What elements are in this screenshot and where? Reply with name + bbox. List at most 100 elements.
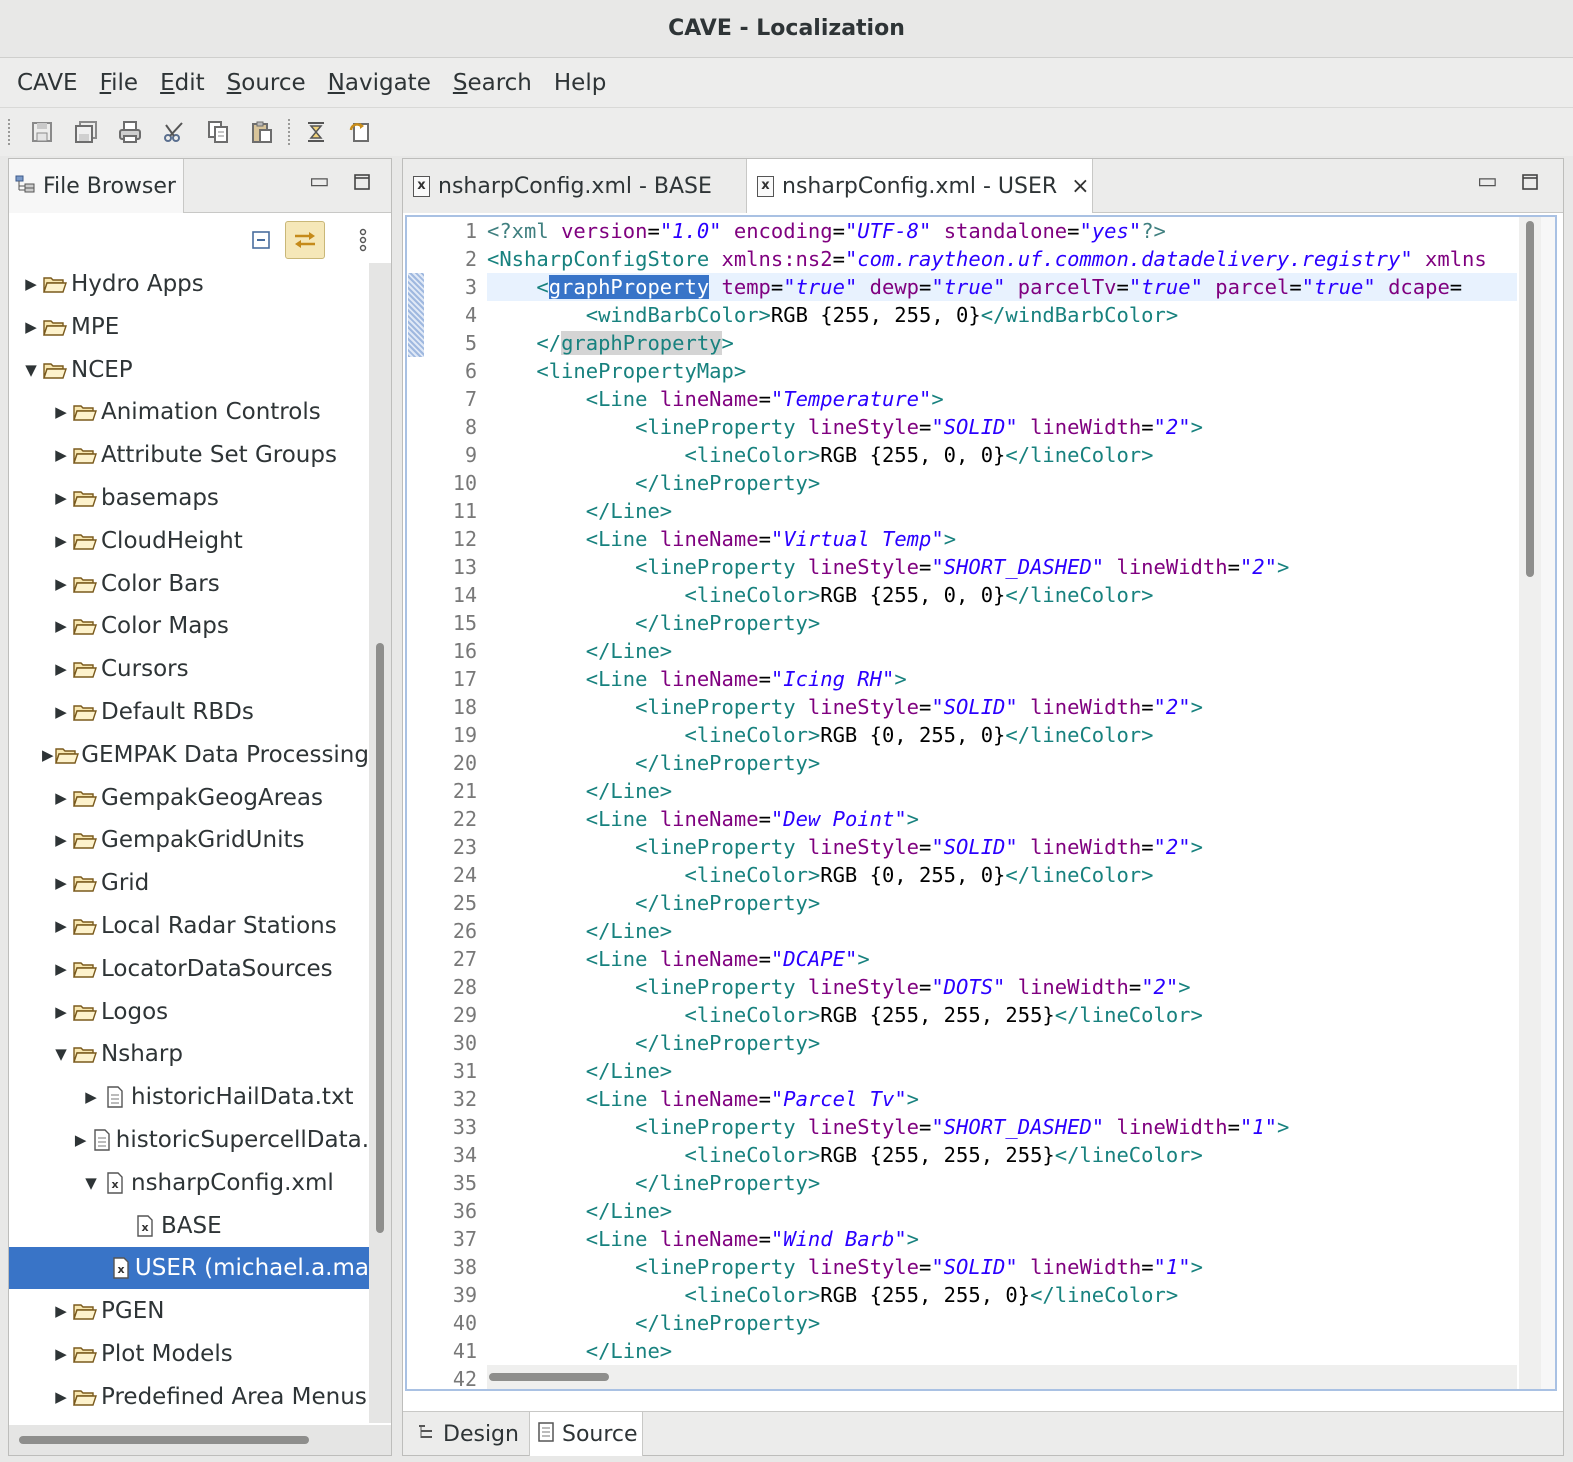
code-line[interactable]: <lineColor>RGB {255, 0, 0}</lineColor> bbox=[487, 441, 1153, 469]
code-line[interactable]: </lineProperty> bbox=[487, 469, 820, 497]
collapsed-arrow-icon[interactable]: ▶ bbox=[51, 532, 71, 550]
tree-item[interactable]: ▶ Hydro Apps bbox=[9, 263, 369, 305]
save-all-icon[interactable] bbox=[70, 116, 102, 148]
paste-icon[interactable] bbox=[246, 116, 278, 148]
tree-item[interactable]: ▶ Color Bars bbox=[9, 563, 369, 605]
code-line[interactable]: <lineColor>RGB {255, 255, 255}</lineColo… bbox=[487, 1141, 1202, 1169]
tree-item[interactable]: ▶ Predefined Area Menus bbox=[9, 1376, 369, 1418]
tab-nsharpconfig-base[interactable]: x nsharpConfig.xml - BASE bbox=[403, 159, 747, 213]
menu-item[interactable]: CAVE bbox=[6, 70, 89, 96]
code-line[interactable]: <lineProperty lineStyle="SOLID" lineWidt… bbox=[487, 693, 1203, 721]
minimize-icon[interactable]: ▭ bbox=[309, 169, 330, 194]
collapsed-arrow-icon[interactable]: ▶ bbox=[21, 318, 41, 336]
tree-item[interactable]: ▶ Grid bbox=[9, 862, 369, 904]
tree-item[interactable]: ▶ historicHailData.txt bbox=[9, 1076, 369, 1118]
collapsed-arrow-icon[interactable]: ▶ bbox=[51, 1003, 71, 1021]
code-line[interactable]: <Line lineName="Temperature"> bbox=[487, 385, 944, 413]
code-line[interactable]: </lineProperty> bbox=[487, 1029, 820, 1057]
collapsed-arrow-icon[interactable]: ▶ bbox=[51, 917, 71, 935]
code-line[interactable]: </lineProperty> bbox=[487, 1169, 820, 1197]
code-line[interactable]: </Line> bbox=[487, 777, 672, 805]
scrollbar-thumb[interactable] bbox=[376, 643, 384, 1233]
refresh-icon[interactable] bbox=[344, 116, 376, 148]
maximize-icon[interactable] bbox=[353, 169, 371, 197]
cut-icon[interactable] bbox=[158, 116, 190, 148]
code-line[interactable]: <lineColor>RGB {255, 255, 0}</lineColor> bbox=[487, 1281, 1178, 1309]
menu-item[interactable]: Edit bbox=[149, 70, 216, 96]
tree-item[interactable]: ▶ PGEN bbox=[9, 1290, 369, 1332]
tree-item[interactable]: ▶ Plot Models bbox=[9, 1333, 369, 1375]
tab-design[interactable]: Design bbox=[409, 1412, 527, 1456]
collapsed-arrow-icon[interactable]: ▶ bbox=[51, 403, 71, 421]
file-tree-horizontal-scrollbar[interactable] bbox=[9, 1425, 391, 1455]
menu-item[interactable]: Search bbox=[442, 70, 543, 96]
tree-item[interactable]: ▶ Local Radar Stations bbox=[9, 905, 369, 947]
minimize-icon[interactable]: ▭ bbox=[1477, 169, 1498, 194]
code-text[interactable]: <?xml version="1.0" encoding="UTF-8" sta… bbox=[487, 217, 1517, 1389]
code-line[interactable]: <Line lineName="DCAPE"> bbox=[487, 945, 870, 973]
code-line[interactable]: <Line lineName="Wind Barb"> bbox=[487, 1225, 919, 1253]
code-line[interactable]: <linePropertyMap> bbox=[487, 357, 746, 385]
tree-item[interactable]: ▶ MPE bbox=[9, 306, 369, 348]
menu-item[interactable]: File bbox=[89, 70, 150, 96]
tree-item[interactable]: ▶Predefined A bbox=[9, 1419, 369, 1423]
overview-ruler[interactable] bbox=[1541, 217, 1555, 1389]
tree-item[interactable]: ▼ NCEP bbox=[9, 349, 369, 391]
print-icon[interactable] bbox=[114, 116, 146, 148]
collapsed-arrow-icon[interactable]: ▶ bbox=[51, 789, 71, 807]
tree-item[interactable]: ▶ Default RBDs bbox=[9, 691, 369, 733]
code-line[interactable]: <lineColor>RGB {255, 0, 0}</lineColor> bbox=[487, 581, 1153, 609]
code-line[interactable]: <lineProperty lineStyle="SHORT_DASHED" l… bbox=[487, 553, 1289, 581]
collapsed-arrow-icon[interactable]: ▶ bbox=[51, 874, 71, 892]
close-icon[interactable]: × bbox=[1071, 174, 1089, 199]
code-line[interactable]: </lineProperty> bbox=[487, 749, 820, 777]
collapsed-arrow-icon[interactable]: ▶ bbox=[40, 746, 55, 764]
tree-item[interactable]: ▶ basemaps bbox=[9, 477, 369, 519]
code-line[interactable]: <Line lineName="Virtual Temp"> bbox=[487, 525, 956, 553]
code-line[interactable]: <Line lineName="Icing RH"> bbox=[487, 665, 907, 693]
scrollbar-thumb[interactable] bbox=[489, 1373, 609, 1381]
collapsed-arrow-icon[interactable]: ▶ bbox=[51, 1388, 71, 1406]
tree-item[interactable]: ▶ GempakGeogAreas bbox=[9, 777, 369, 819]
collapsed-arrow-icon[interactable]: ▶ bbox=[51, 1302, 71, 1320]
collapsed-arrow-icon[interactable]: ▶ bbox=[51, 617, 71, 635]
collapsed-arrow-icon[interactable]: ▶ bbox=[51, 960, 71, 978]
menu-item[interactable]: Help bbox=[543, 70, 617, 96]
view-menu-icon[interactable] bbox=[343, 221, 383, 259]
code-line[interactable]: <lineProperty lineStyle="SOLID" lineWidt… bbox=[487, 1253, 1203, 1281]
tree-item[interactable]: ▶ Cursors bbox=[9, 648, 369, 690]
tree-item[interactable]: ▶ historicSupercellData. bbox=[9, 1119, 369, 1161]
tree-item[interactable]: x BASE bbox=[9, 1205, 369, 1247]
collapsed-arrow-icon[interactable]: ▶ bbox=[81, 1088, 101, 1106]
collapsed-arrow-icon[interactable]: ▶ bbox=[51, 489, 71, 507]
tree-item[interactable]: ▼ x nsharpConfig.xml bbox=[9, 1162, 369, 1204]
code-line[interactable]: </lineProperty> bbox=[487, 889, 820, 917]
tree-item[interactable]: ▶ LocatorDataSources bbox=[9, 948, 369, 990]
expanded-arrow-icon[interactable]: ▼ bbox=[51, 1045, 71, 1063]
expanded-arrow-icon[interactable]: ▼ bbox=[81, 1174, 101, 1192]
tab-file-browser[interactable]: File Browser bbox=[9, 159, 184, 213]
code-line[interactable]: </Line> bbox=[487, 1197, 672, 1225]
scrollbar-thumb[interactable] bbox=[19, 1436, 309, 1444]
code-line[interactable]: </Line> bbox=[487, 637, 672, 665]
save-icon[interactable] bbox=[26, 116, 58, 148]
collapse-all-icon[interactable] bbox=[241, 221, 281, 259]
tree-item[interactable]: ▶ GempakGridUnits bbox=[9, 819, 369, 861]
expanded-arrow-icon[interactable]: ▼ bbox=[21, 361, 41, 379]
menu-item[interactable]: Navigate bbox=[317, 70, 442, 96]
tree-item[interactable]: ▶ Attribute Set Groups bbox=[9, 434, 369, 476]
code-line[interactable]: <Line lineName="Parcel Tv"> bbox=[487, 1085, 919, 1113]
code-line[interactable]: </Line> bbox=[487, 1057, 672, 1085]
tree-item[interactable]: ▶ GEMPAK Data Processing bbox=[9, 734, 369, 776]
code-line[interactable]: <lineProperty lineStyle="SOLID" lineWidt… bbox=[487, 833, 1203, 861]
tab-source[interactable]: Source bbox=[529, 1412, 643, 1456]
code-line[interactable]: <lineProperty lineStyle="SOLID" lineWidt… bbox=[487, 413, 1203, 441]
copy-icon[interactable] bbox=[202, 116, 234, 148]
hierarchy-icon[interactable] bbox=[300, 116, 332, 148]
code-line[interactable]: <lineColor>RGB {0, 255, 0}</lineColor> bbox=[487, 721, 1153, 749]
collapsed-arrow-icon[interactable]: ▶ bbox=[51, 660, 71, 678]
collapsed-arrow-icon[interactable]: ▶ bbox=[51, 831, 71, 849]
code-line[interactable]: <lineColor>RGB {255, 255, 255}</lineColo… bbox=[487, 1001, 1202, 1029]
link-with-editor-icon[interactable] bbox=[285, 221, 325, 259]
code-line[interactable]: <lineProperty lineStyle="SHORT_DASHED" l… bbox=[487, 1113, 1289, 1141]
